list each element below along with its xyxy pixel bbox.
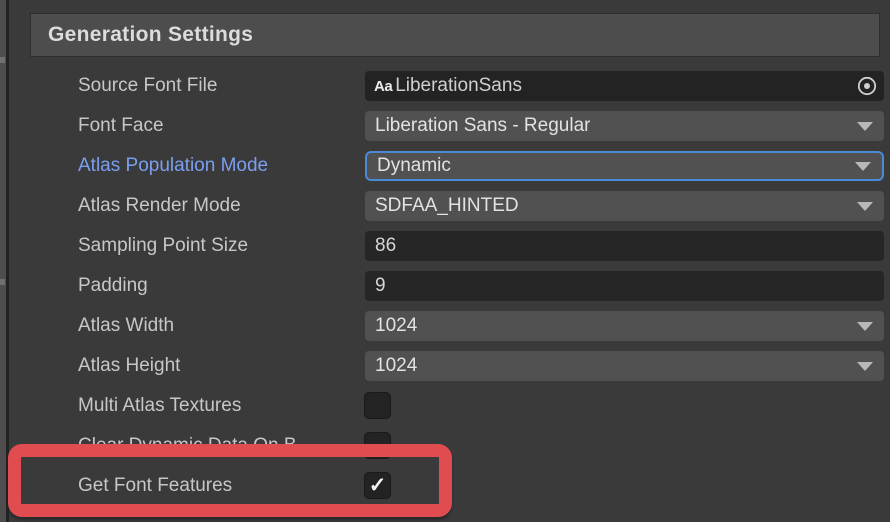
atlas-render-mode-label: Atlas Render Mode: [78, 191, 241, 221]
chevron-down-icon: [857, 122, 873, 131]
atlas-width-value: 1024: [365, 315, 417, 337]
row-padding: Padding: [0, 271, 890, 301]
row-atlas-render-mode: Atlas Render Mode SDFAA_HINTED: [0, 191, 890, 221]
atlas-height-label: Atlas Height: [78, 351, 180, 381]
atlas-render-mode-value: SDFAA_HINTED: [365, 195, 519, 217]
row-multi-atlas-textures: Multi Atlas Textures: [0, 391, 890, 421]
sampling-point-size-input[interactable]: [365, 231, 884, 261]
source-font-file-value: LiberationSans: [395, 75, 850, 97]
source-font-file-label: Source Font File: [78, 71, 217, 101]
padding-input[interactable]: [365, 271, 884, 301]
clear-dynamic-data-checkbox[interactable]: [364, 432, 391, 459]
row-source-font-file: Source Font File Aa LiberationSans: [0, 71, 890, 101]
font-face-dropdown[interactable]: Liberation Sans - Regular: [365, 111, 884, 141]
clear-dynamic-data-label: Clear Dynamic Data On B: [78, 431, 297, 461]
atlas-height-value: 1024: [365, 355, 417, 377]
atlas-population-mode-label: Atlas Population Mode: [78, 151, 268, 181]
atlas-population-mode-value: Dynamic: [367, 155, 451, 177]
row-atlas-width: Atlas Width 1024: [0, 311, 890, 341]
object-picker-icon[interactable]: [850, 71, 884, 101]
atlas-height-dropdown[interactable]: 1024: [365, 351, 884, 381]
row-atlas-height: Atlas Height 1024: [0, 351, 890, 381]
chevron-down-icon: [857, 202, 873, 211]
row-atlas-population-mode: Atlas Population Mode Dynamic: [0, 151, 890, 181]
chevron-down-icon: [857, 362, 873, 371]
checkmark-icon: ✓: [369, 475, 387, 496]
source-font-file-object-field[interactable]: Aa LiberationSans: [365, 71, 884, 101]
atlas-population-mode-dropdown[interactable]: Dynamic: [365, 151, 884, 181]
chevron-down-icon: [855, 162, 871, 171]
edge-tick: [0, 57, 5, 63]
multi-atlas-textures-checkbox[interactable]: [364, 392, 391, 419]
row-font-face: Font Face Liberation Sans - Regular: [0, 111, 890, 141]
row-clear-dynamic-data: Clear Dynamic Data On B: [0, 431, 890, 461]
row-get-font-features: Get Font Features ✓: [0, 471, 890, 501]
atlas-width-dropdown[interactable]: 1024: [365, 311, 884, 341]
atlas-render-mode-dropdown[interactable]: SDFAA_HINTED: [365, 191, 884, 221]
section-title: Generation Settings: [31, 23, 253, 47]
padding-label: Padding: [78, 271, 148, 301]
row-sampling-point-size: Sampling Point Size: [0, 231, 890, 261]
generation-settings-header: Generation Settings: [30, 13, 880, 57]
atlas-width-label: Atlas Width: [78, 311, 174, 341]
font-face-value: Liberation Sans - Regular: [365, 115, 590, 137]
get-font-features-label: Get Font Features: [78, 471, 232, 501]
font-asset-icon: Aa: [374, 78, 392, 95]
chevron-down-icon: [857, 322, 873, 331]
get-font-features-checkbox[interactable]: ✓: [364, 472, 391, 499]
sampling-point-size-label: Sampling Point Size: [78, 231, 248, 261]
font-face-label: Font Face: [78, 111, 164, 141]
multi-atlas-textures-label: Multi Atlas Textures: [78, 391, 241, 421]
inspector-panel: Generation Settings Source Font File Aa …: [0, 0, 890, 522]
